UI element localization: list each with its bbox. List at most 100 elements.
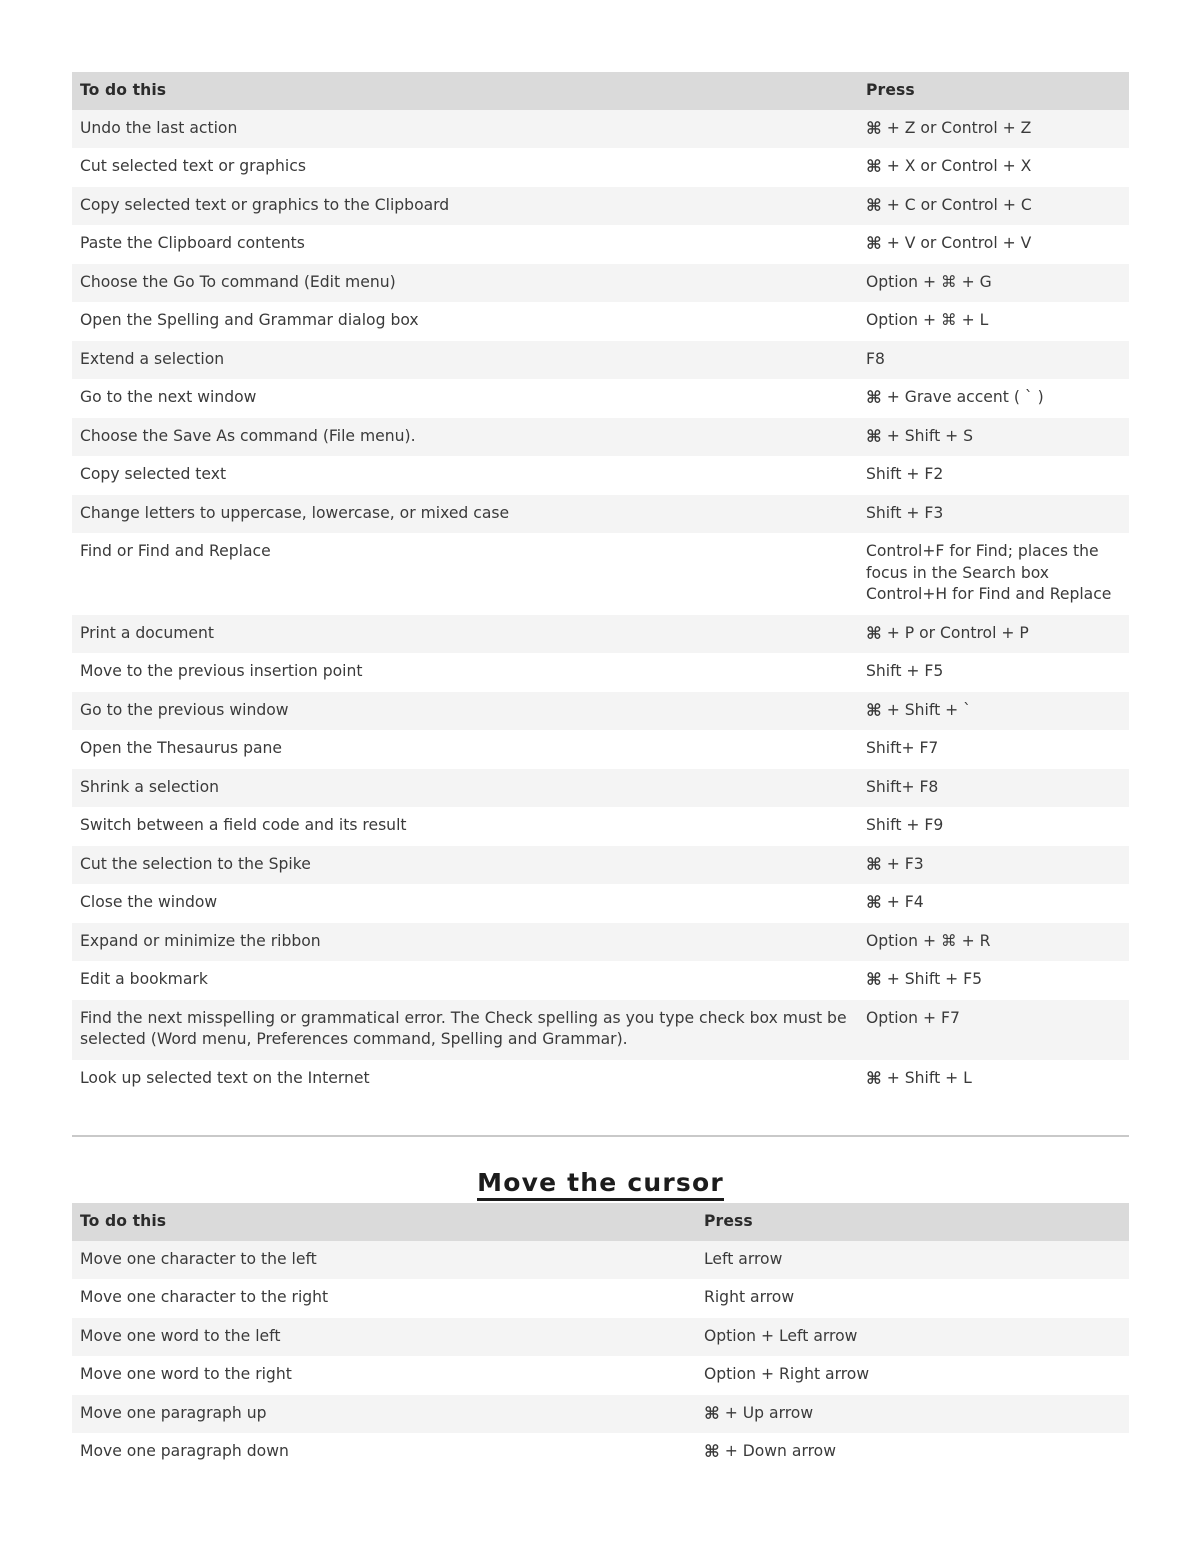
row-action-cell: Move to the previous insertion point <box>80 662 363 681</box>
row-action-cell: Print a document <box>80 623 215 642</box>
table-row: Find the next misspelling or grammatical… <box>72 999 1129 1060</box>
row-action-cell: Open the Thesaurus pane <box>80 739 283 758</box>
row-action-cell: Find the next misspelling or grammatical… <box>80 1008 847 1049</box>
row-shortcut-cell: ⌘ + Z or Control + Z <box>866 118 1032 139</box>
section-heading-text: Move the cursor <box>477 1168 724 1201</box>
row-action-cell: Find or Find and Replace <box>80 542 271 561</box>
command-key-icon: ⌘ <box>866 970 882 991</box>
row-action-cell: Move one word to the left <box>80 1326 281 1345</box>
row-action-cell: Move one paragraph down <box>80 1442 289 1461</box>
table-row: Shrink a selection Shift+ F8 <box>72 768 1129 808</box>
shortcuts-table-body: To do this Press Undo the last action ⌘ + Z… <box>72 72 1129 1099</box>
table-row: Switch between a field code and its resu… <box>72 807 1129 846</box>
row-shortcut-cell: ⌘ + Shift + L <box>866 1068 972 1089</box>
table-bottom-divider <box>72 1135 1129 1137</box>
row-shortcut-cell: Option + ⌘ + G <box>866 272 992 291</box>
row-shortcut-cell: ⌘ + F3 <box>866 854 924 875</box>
table-row: Go to the next window ⌘ + Grave accent ( … <box>72 379 1129 418</box>
table-row: Cut the selection to the Spike ⌘ + F3 <box>72 845 1129 885</box>
row-shortcut-cell: ⌘ + Grave accent ( ` ) <box>866 388 1044 409</box>
row-shortcut-cell: Right arrow <box>704 1288 795 1307</box>
table-row: Expand or minimize the ribbon Option + ⌘ … <box>72 922 1129 962</box>
row-action-cell: Cut selected text or graphics <box>80 157 306 176</box>
row-action-cell: Choose the Go To command (Edit menu) <box>80 272 396 291</box>
table-row: Close the window ⌘ + F4 <box>72 884 1129 923</box>
shortcuts-table: To do this Press Undo the last action ⌘ + Z… <box>72 72 1129 1099</box>
command-key-icon: ⌘ <box>866 1068 882 1089</box>
shortcuts-header-row: To do this Press <box>72 72 1129 110</box>
row-shortcut-cell: Option + Right arrow <box>704 1365 870 1384</box>
row-action-cell: Choose the Save As command (File menu). <box>80 426 416 445</box>
row-action-cell: Look up selected text on the Internet <box>80 1068 370 1087</box>
row-action-cell: Copy selected text or graphics to the Cl… <box>80 195 450 214</box>
row-shortcut-cell: Shift + F9 <box>866 816 944 835</box>
row-action-cell: Edit a bookmark <box>80 970 208 989</box>
command-key-icon: ⌘ <box>866 426 882 447</box>
table-row: Choose the Go To command (Edit menu) Opti… <box>72 263 1129 303</box>
row-action-cell: Change letters to uppercase, lowercase, … <box>80 503 510 522</box>
row-shortcut-cell: ⌘ + Down arrow <box>704 1442 836 1463</box>
table-row: Print a document ⌘ + P or Control + P <box>72 614 1129 654</box>
row-shortcut-cell: Control+F for Find; places the focus in … <box>866 542 1112 604</box>
row-shortcut-cell: Shift + F2 <box>866 465 944 484</box>
row-shortcut-cell: Shift + F3 <box>866 503 944 522</box>
row-action-cell: Expand or minimize the ribbon <box>80 931 321 950</box>
command-key-icon: ⌘ <box>866 854 882 875</box>
row-shortcut-cell: Shift+ F7 <box>866 739 939 758</box>
row-shortcut-cell: ⌘ + X or Control + X <box>866 157 1032 178</box>
row-action-cell: Copy selected text <box>80 465 227 484</box>
row-shortcut-cell: ⌘ + V or Control + V <box>866 234 1032 255</box>
table-row: Paste the Clipboard contents ⌘ + V or Con… <box>72 225 1129 264</box>
command-key-icon: ⌘ <box>866 623 882 644</box>
table-row: Edit a bookmark ⌘ + Shift + F5 <box>72 961 1129 1000</box>
section-heading-move-the-cursor: Move the cursor <box>72 1168 1129 1201</box>
row-shortcut-cell: ⌘ + Up arrow <box>704 1403 814 1424</box>
document-page: To do this Press Undo the last action ⌘ + Z… <box>0 0 1200 1553</box>
row-action-cell: Move one character to the right <box>80 1288 329 1307</box>
row-action-cell: Extend a selection <box>80 349 225 368</box>
row-shortcut-cell: Option + ⌘ + R <box>866 931 991 950</box>
table-row: Look up selected text on the Internet ⌘ +… <box>72 1059 1129 1099</box>
table-row: Change letters to uppercase, lowercase, … <box>72 494 1129 534</box>
row-action-cell: Move one character to the left <box>80 1249 317 1268</box>
table-row: Move one paragraph up ⌘ + Up arrow <box>72 1394 1129 1434</box>
table-row: Move to the previous insertion point Shif… <box>72 653 1129 692</box>
command-key-icon: ⌘ <box>866 195 882 216</box>
cursor-header-to-do-this: To do this <box>80 1212 167 1230</box>
shortcuts-header-press: Press <box>866 81 915 99</box>
row-shortcut-cell: Shift + F5 <box>866 662 944 681</box>
row-action-cell: Paste the Clipboard contents <box>80 234 305 253</box>
row-shortcut-cell: Option + Left arrow <box>704 1326 858 1345</box>
row-action-cell: Go to the previous window <box>80 700 289 719</box>
row-action-cell: Switch between a field code and its resu… <box>80 816 407 835</box>
row-shortcut-cell: ⌘ + Shift + S <box>866 426 974 447</box>
table-row: Copy selected text or graphics to the Cl… <box>72 186 1129 226</box>
command-key-icon: ⌘ <box>704 1403 720 1424</box>
command-key-icon: ⌘ <box>866 893 882 914</box>
command-key-icon: ⌘ <box>866 700 882 721</box>
table-row: Open the Thesaurus pane Shift+ F7 <box>72 730 1129 769</box>
table-row: Go to the previous window ⌘ + Shift + ` <box>72 691 1129 731</box>
row-shortcut-cell: Shift+ F8 <box>866 777 939 796</box>
table-row: Undo the last action ⌘ + Z or Control + Z <box>72 109 1129 149</box>
shortcuts-header-to-do-this: To do this <box>80 81 167 99</box>
table-row: Move one character to the left Left arrow <box>72 1240 1129 1280</box>
row-shortcut-cell: Left arrow <box>704 1249 783 1268</box>
table-row: Find or Find and Replace Control+F for Fi… <box>72 533 1129 615</box>
table-row: Cut selected text or graphics ⌘ + X or Co… <box>72 148 1129 187</box>
command-key-icon: ⌘ <box>704 1442 720 1463</box>
row-action-cell: Go to the next window <box>80 388 257 407</box>
table-row: Move one paragraph down ⌘ + Down arrow <box>72 1433 1129 1472</box>
table-row: Move one word to the right Option + Right… <box>72 1356 1129 1395</box>
move-the-cursor-table-body: To do this Press Move one character to the… <box>72 1203 1129 1472</box>
row-action-cell: Cut the selection to the Spike <box>80 854 311 873</box>
row-shortcut-cell: ⌘ + Shift + ` <box>866 700 971 721</box>
row-shortcut-cell: ⌘ + F4 <box>866 893 924 914</box>
move-the-cursor-table: To do this Press Move one character to the… <box>72 1203 1129 1472</box>
row-action-cell: Undo the last action <box>80 118 238 137</box>
row-shortcut-cell: ⌘ + Shift + F5 <box>866 970 983 991</box>
row-action-cell: Shrink a selection <box>80 777 219 796</box>
row-action-cell: Move one word to the right <box>80 1365 292 1384</box>
table-row: Open the Spelling and Grammar dialog box… <box>72 302 1129 341</box>
row-shortcut-cell: F8 <box>866 349 885 368</box>
